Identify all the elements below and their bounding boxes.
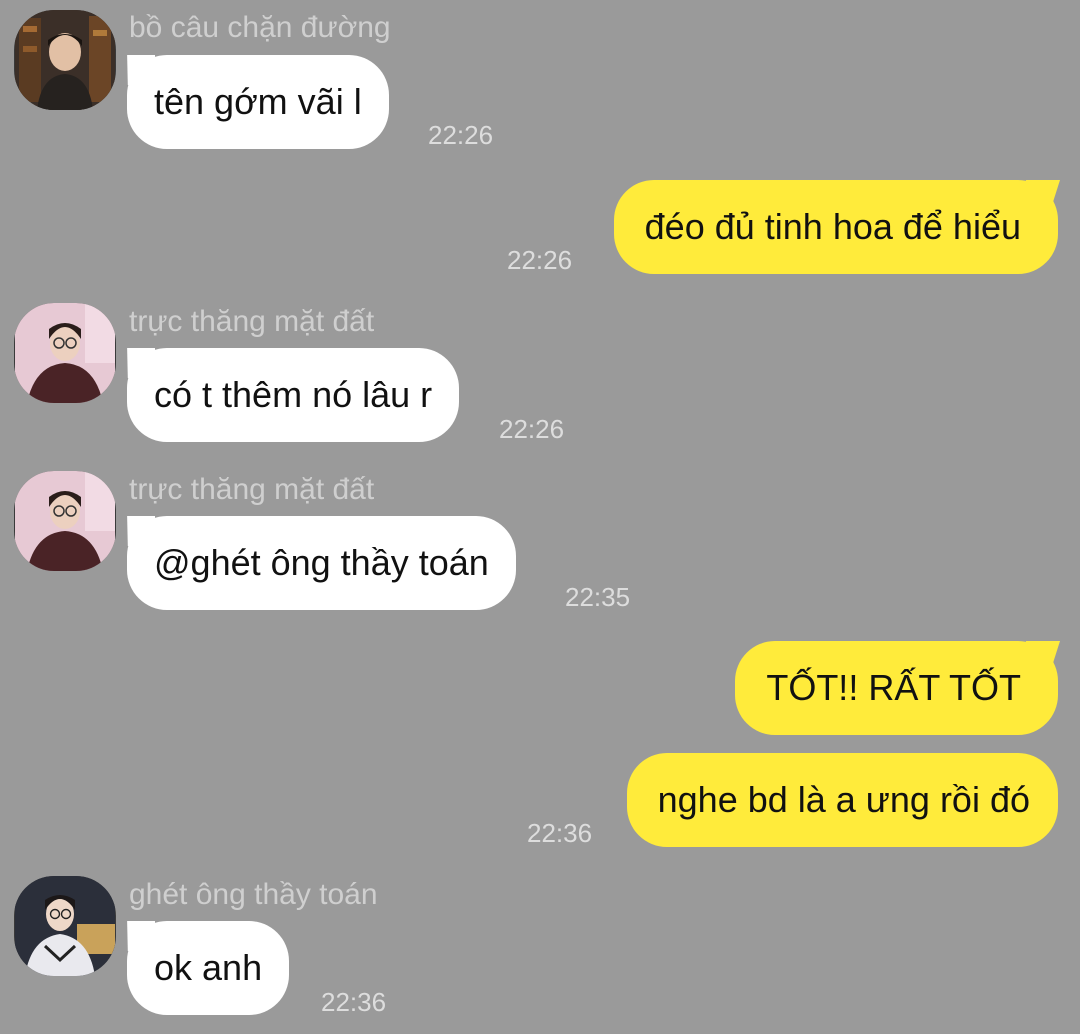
chat-screen: { "messages": [ {"sender": "bồ câu chặn … [0,0,1080,1034]
avatar-bo-cau-chan-duong[interactable] [14,10,116,110]
sender-name: ghét ông thầy toán [129,878,378,911]
message-text: tên gớm vãi l [154,81,362,122]
message-text: ok anh [154,947,263,988]
user-photo-icon [15,876,115,976]
sender-name: trực thăng mặt đất [129,473,375,506]
message-bubble-incoming[interactable]: tên gớm vãi l [127,55,389,149]
sender-name: trực thăng mặt đất [129,305,375,338]
message-bubble-outgoing[interactable]: đéo đủ tinh hoa để hiểu [613,180,1058,274]
message-time: 22:36 [527,818,593,848]
message-text: nghe bd là a ưng rồi đó [657,779,1030,820]
message-bubble-incoming[interactable]: có t thêm nó lâu r [127,348,460,442]
avatar-truc-thang-mat-dat[interactable] [14,471,116,571]
message-time: 22:26 [499,414,565,444]
message-time: 22:26 [507,245,573,275]
message-text: có t thêm nó lâu r [154,374,433,415]
user-photo-icon [15,471,115,571]
message-bubble-incoming[interactable]: @ghét ông thầy toán [127,516,516,610]
avatar-ghet-ong-thay-toan[interactable] [14,876,116,976]
avatar-truc-thang-mat-dat[interactable] [14,303,116,403]
message-text: @ghét ông thầy toán [154,542,489,583]
message-text: đéo đủ tinh hoa để hiểu [644,206,1021,247]
message-bubble-incoming[interactable]: ok anh [127,921,290,1015]
user-photo-icon [15,10,115,110]
message-bubble-outgoing[interactable]: TỐT!! RẤT TỐT [735,641,1058,735]
message-text: TỐT!! RẤT TỐT [766,667,1021,708]
user-photo-icon [15,303,115,403]
message-time: 22:26 [428,120,494,150]
sender-name: bồ câu chặn đường [129,11,391,44]
message-time: 22:36 [321,987,387,1017]
message-time: 22:35 [565,582,631,612]
message-bubble-outgoing[interactable]: nghe bd là a ưng rồi đó [626,753,1058,847]
